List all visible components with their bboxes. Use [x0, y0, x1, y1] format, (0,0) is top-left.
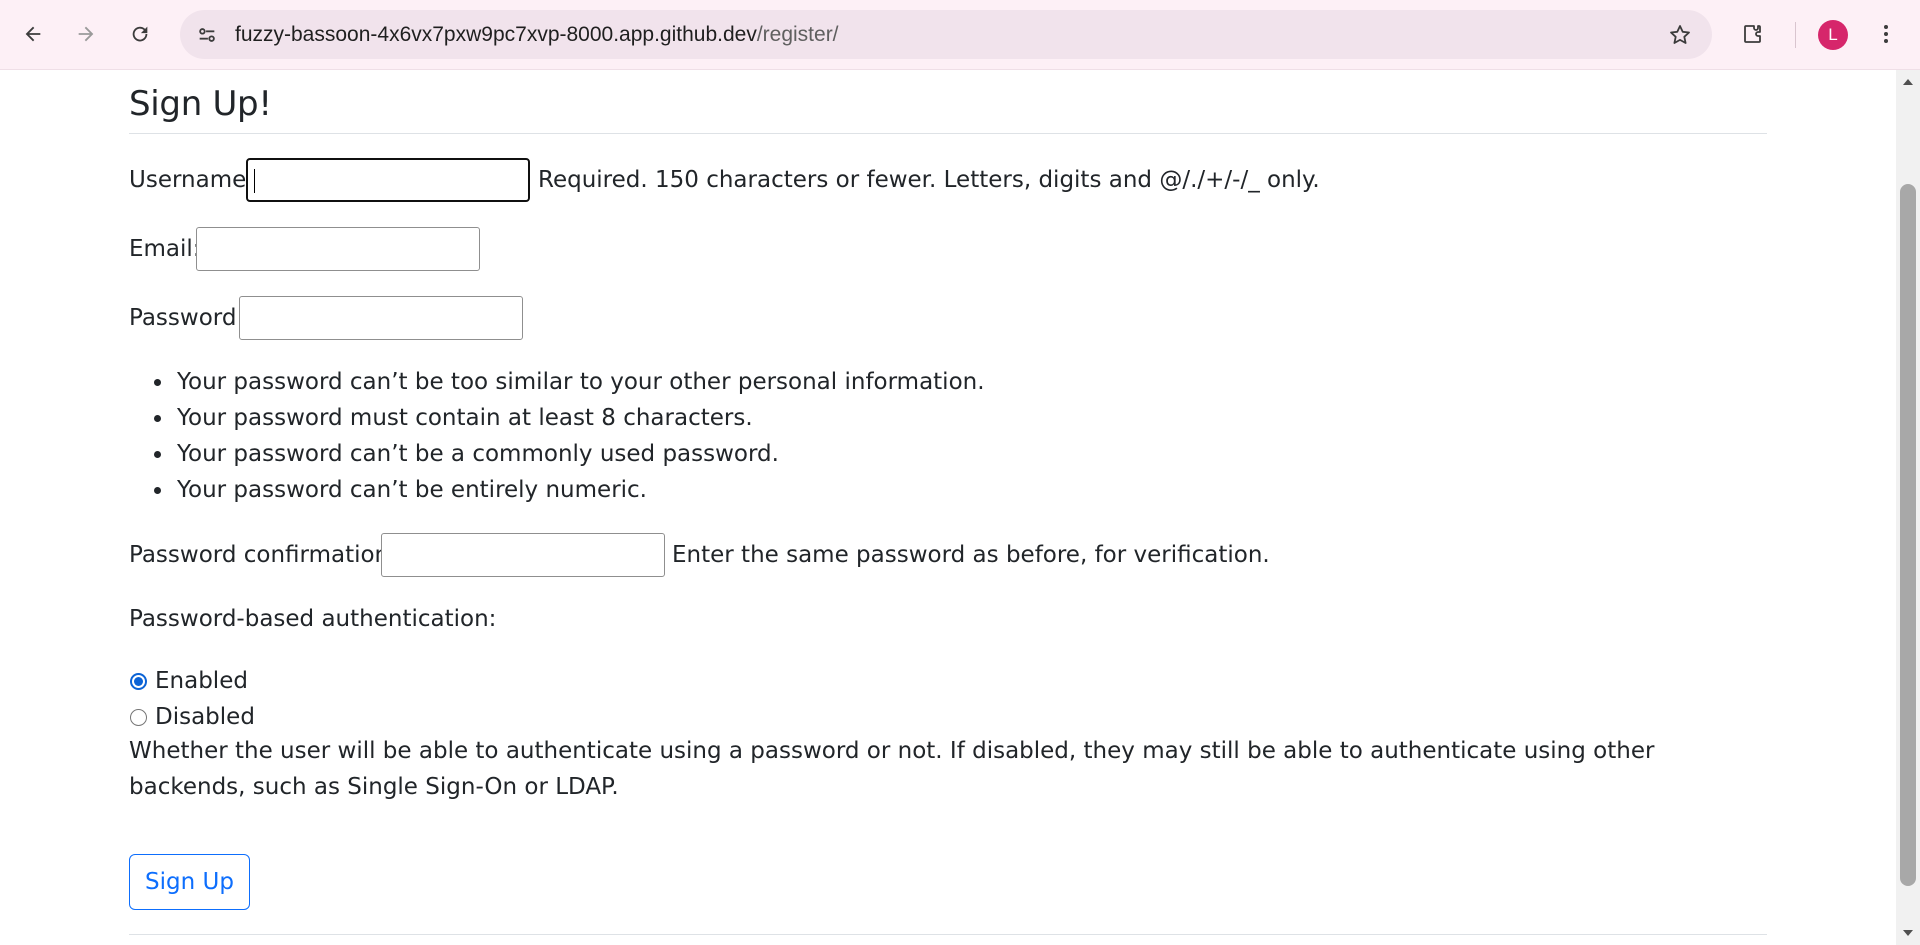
- auth-option-disabled[interactable]: Disabled: [129, 701, 255, 733]
- password-rule: Your password can’t be too similar to yo…: [129, 364, 985, 400]
- password-rule-text: Your password can’t be entirely numeric.: [177, 477, 647, 503]
- password-rule: Your password must contain at least 8 ch…: [129, 400, 985, 436]
- page-title: Sign Up!: [129, 84, 272, 124]
- bookmark-star-icon[interactable]: [1666, 21, 1694, 49]
- enabled-radio[interactable]: [130, 672, 147, 690]
- enabled-radio-label[interactable]: Enabled: [155, 668, 248, 694]
- auth-option-enabled[interactable]: Enabled: [129, 665, 248, 697]
- password-rule-text: Your password must contain at least 8 ch…: [177, 405, 753, 431]
- email-input[interactable]: [196, 227, 480, 271]
- password-rule-text: Your password can’t be a commonly used p…: [177, 441, 779, 467]
- bottom-divider: [129, 934, 1767, 935]
- password-confirmation-label: Password confirmation:: [129, 542, 397, 568]
- text-caret: [254, 169, 255, 193]
- back-arrow-icon: [25, 26, 41, 42]
- url-path: /register/: [756, 23, 839, 46]
- bullet-icon: [154, 487, 161, 494]
- scroll-up-arrow-icon[interactable]: [1896, 72, 1920, 92]
- password-input[interactable]: [239, 296, 523, 340]
- password-label: Password:: [129, 305, 245, 331]
- url-text[interactable]: fuzzy-bassoon-4x6vx7pxw9pc7xvp-8000.app.…: [235, 10, 839, 59]
- auth-label: Password-based authentication:: [129, 606, 497, 632]
- reload-button[interactable]: [122, 16, 158, 52]
- address-bar[interactable]: fuzzy-bassoon-4x6vx7pxw9pc7xvp-8000.app.…: [180, 10, 1712, 59]
- password-confirmation-help: Enter the same password as before, for v…: [672, 542, 1270, 568]
- site-info-icon[interactable]: [194, 22, 220, 48]
- password-rule: Your password can’t be entirely numeric.: [129, 472, 985, 508]
- scroll-down-arrow-icon[interactable]: [1896, 923, 1920, 943]
- scrollbar-thumb[interactable]: [1900, 184, 1916, 886]
- bullet-icon: [154, 451, 161, 458]
- bullet-icon: [154, 379, 161, 386]
- password-rule-text: Your password can’t be too similar to yo…: [177, 369, 985, 395]
- page-scrollbar[interactable]: [1896, 70, 1920, 945]
- extensions-icon: [1744, 25, 1761, 43]
- back-button[interactable]: [15, 16, 51, 52]
- extensions-button[interactable]: [1735, 16, 1771, 52]
- reload-icon: [132, 26, 148, 42]
- forward-button[interactable]: [68, 16, 104, 52]
- password-confirmation-input[interactable]: [381, 533, 665, 577]
- kebab-menu-icon: [1884, 25, 1888, 43]
- disabled-radio-label[interactable]: Disabled: [155, 704, 255, 730]
- auth-help-text: Whether the user will be able to authent…: [129, 738, 1655, 800]
- browser-menu-button[interactable]: [1868, 16, 1904, 52]
- username-input[interactable]: [246, 158, 530, 202]
- bullet-icon: [154, 415, 161, 422]
- email-label: Email:: [129, 236, 201, 262]
- title-divider: [129, 133, 1767, 134]
- username-label: Username:: [129, 167, 254, 193]
- disabled-radio[interactable]: [130, 708, 147, 726]
- url-host: fuzzy-bassoon-4x6vx7pxw9pc7xvp-8000.app.…: [235, 23, 757, 46]
- browser-toolbar: fuzzy-bassoon-4x6vx7pxw9pc7xvp-8000.app.…: [0, 0, 1920, 70]
- profile-avatar[interactable]: L: [1818, 20, 1848, 50]
- password-rules-list: Your password can’t be too similar to yo…: [129, 364, 985, 508]
- toolbar-divider: [1795, 22, 1796, 48]
- password-rule: Your password can’t be a commonly used p…: [129, 436, 985, 472]
- page-viewport: Sign Up! Username: Required. 150 charact…: [0, 70, 1896, 945]
- forward-arrow-icon: [78, 26, 94, 42]
- sign-up-button[interactable]: Sign Up: [129, 854, 250, 910]
- username-help: Required. 150 characters or fewer. Lette…: [538, 167, 1320, 193]
